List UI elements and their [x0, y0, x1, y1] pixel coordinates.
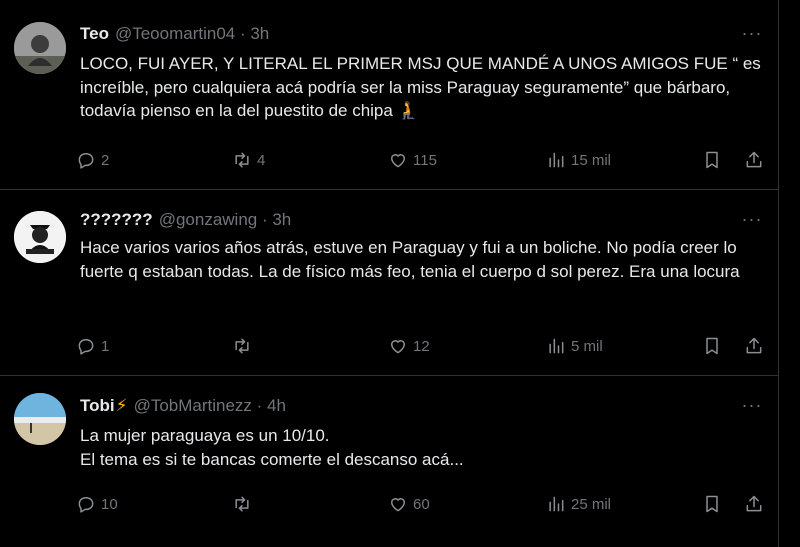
- action-bar: 2 4 115 15 mil: [76, 149, 776, 171]
- tweet-text-line: La mujer paraguaya es un 10/10.: [80, 426, 330, 445]
- tweet-text-content: LOCO, FUI AYER, Y LITERAL EL PRIMER MSJ …: [80, 54, 761, 120]
- reply-count: 1: [101, 337, 110, 355]
- like-button[interactable]: 60: [388, 493, 430, 515]
- tweet-header: Tobi ⚡ @TobMartinezz · 4h: [80, 394, 286, 418]
- views-icon: [549, 152, 564, 168]
- column-edge: [778, 0, 800, 547]
- views-count: 25 mil: [571, 495, 612, 513]
- timeline: Teo @Teoomartin04 · 3h ··· LOCO, FUI AYE…: [0, 0, 778, 547]
- handle-and-time[interactable]: @gonzawing · 3h: [159, 210, 292, 230]
- tweet[interactable]: ??????? @gonzawing · 3h ··· Hace varios …: [0, 190, 778, 376]
- tweet-header: Teo @Teoomartin04 · 3h: [80, 22, 269, 46]
- more-icon[interactable]: ···: [736, 396, 768, 418]
- views-button[interactable]: 5 mil: [546, 335, 603, 357]
- views-button[interactable]: 15 mil: [546, 149, 611, 171]
- repost-icon: [235, 338, 249, 354]
- views-button[interactable]: 25 mil: [546, 493, 611, 515]
- avatar[interactable]: [14, 22, 66, 74]
- like-count: 115: [413, 151, 437, 169]
- like-count: 60: [413, 495, 430, 513]
- reply-icon: [78, 153, 94, 169]
- views-count: 15 mil: [571, 151, 612, 169]
- reply-button[interactable]: 1: [76, 335, 109, 357]
- like-icon: [391, 498, 405, 512]
- avatar-image: [14, 22, 66, 74]
- display-name[interactable]: Tobi: [80, 396, 115, 416]
- reply-icon: [78, 339, 94, 355]
- reply-icon: [78, 497, 94, 513]
- tweet[interactable]: Teo @Teoomartin04 · 3h ··· LOCO, FUI AYE…: [0, 0, 778, 190]
- like-icon: [391, 340, 405, 354]
- reply-count: 10: [101, 495, 118, 513]
- display-name[interactable]: ???????: [80, 210, 153, 230]
- reply-count: 2: [101, 151, 110, 169]
- share-icon: [746, 337, 762, 354]
- bookmark-button[interactable]: [702, 149, 722, 171]
- share-button[interactable]: [744, 493, 764, 515]
- more-icon[interactable]: ···: [736, 24, 768, 46]
- handle-and-time[interactable]: @Teoomartin04 · 3h: [115, 24, 269, 44]
- avatar-image: [14, 393, 66, 445]
- share-button[interactable]: [744, 149, 764, 171]
- display-name[interactable]: Teo: [80, 24, 109, 44]
- views-count: 5 mil: [571, 337, 603, 355]
- bookmark-icon: [706, 495, 718, 513]
- lightning-emoji: ⚡: [115, 396, 128, 415]
- repost-button[interactable]: 4: [232, 149, 265, 171]
- tweet-header: ??????? @gonzawing · 3h: [80, 208, 291, 232]
- views-icon: [549, 496, 564, 512]
- tweet-text: LOCO, FUI AYER, Y LITERAL EL PRIMER MSJ …: [80, 52, 770, 123]
- like-count: 12: [413, 337, 430, 355]
- share-icon: [746, 495, 762, 512]
- avatar[interactable]: [14, 211, 66, 263]
- bookmark-button[interactable]: [702, 335, 722, 357]
- repost-count: 4: [257, 151, 266, 169]
- tweet-text-line: El tema es si te bancas comerte el desca…: [80, 449, 464, 469]
- tweet-text: La mujer paraguaya es un 10/10. El tema …: [80, 424, 770, 471]
- share-icon: [746, 151, 762, 168]
- more-icon[interactable]: ···: [736, 210, 768, 232]
- bookmark-icon: [706, 337, 718, 355]
- handle-and-time[interactable]: @TobMartinezz · 4h: [134, 396, 286, 416]
- tweet-text: Hace varios varios años atrás, estuve en…: [80, 238, 740, 281]
- views-icon: [549, 338, 564, 354]
- like-button[interactable]: 115: [388, 149, 437, 171]
- repost-button[interactable]: [232, 493, 257, 515]
- kneeling-emoji: 🧎: [397, 101, 419, 120]
- tweet[interactable]: Tobi ⚡ @TobMartinezz · 4h ··· La mujer p…: [0, 376, 778, 547]
- action-bar: 1 12 5 mil: [76, 335, 776, 357]
- avatar-image: [14, 211, 66, 263]
- repost-icon: [235, 496, 249, 512]
- repost-icon: [235, 152, 249, 168]
- share-button[interactable]: [744, 335, 764, 357]
- repost-button[interactable]: [232, 335, 257, 357]
- bookmark-icon: [706, 151, 718, 169]
- bookmark-button[interactable]: [702, 493, 722, 515]
- like-button[interactable]: 12: [388, 335, 430, 357]
- avatar[interactable]: [14, 393, 66, 445]
- action-bar: 10 60 25 mil: [76, 493, 776, 515]
- reply-button[interactable]: 10: [76, 493, 118, 515]
- reply-button[interactable]: 2: [76, 149, 109, 171]
- like-icon: [391, 154, 405, 168]
